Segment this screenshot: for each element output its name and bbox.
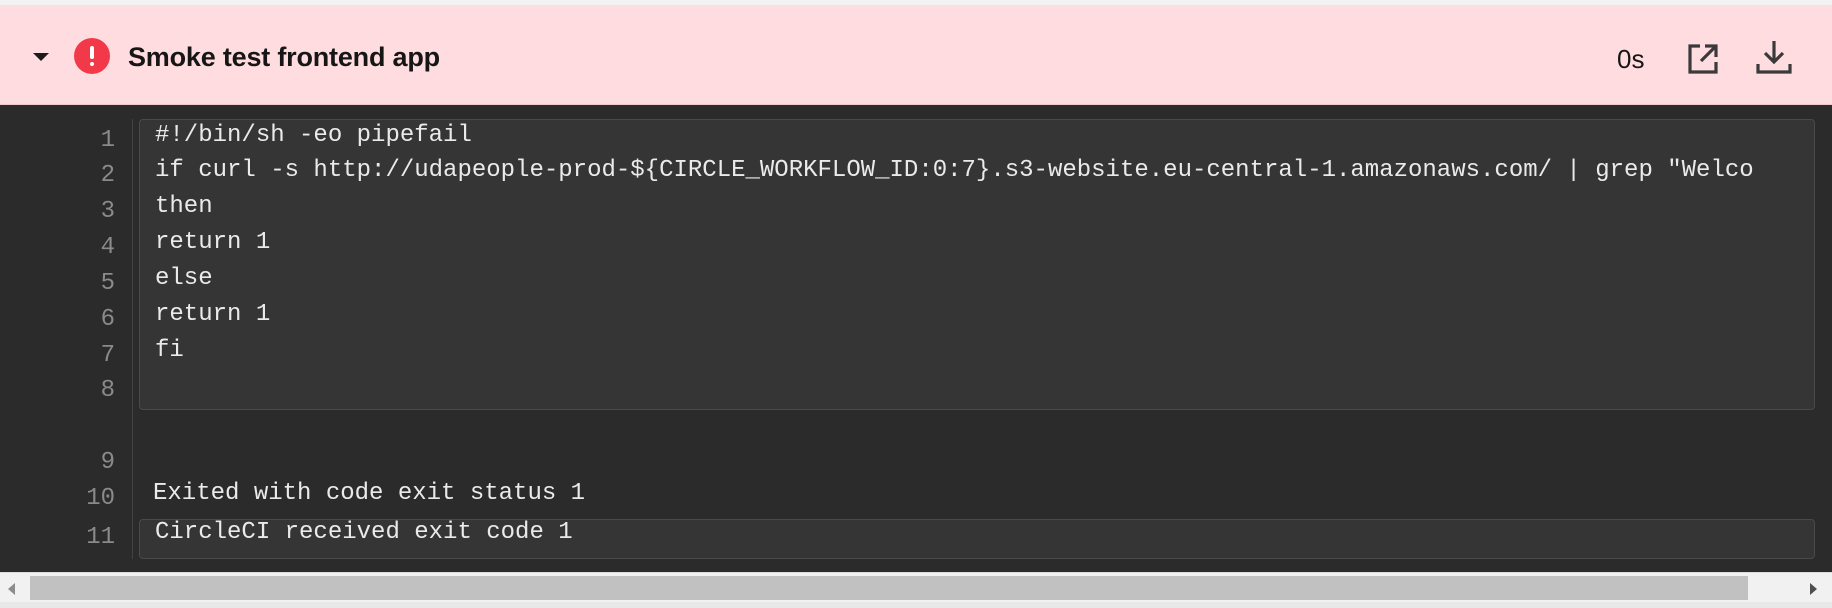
- code-line: then: [155, 193, 213, 220]
- terminal-output: 1 #!/bin/sh -eo pipefail 2 if curl -s ht…: [0, 105, 1832, 572]
- line-number: 10: [86, 485, 115, 512]
- gutter-divider: [132, 119, 133, 559]
- horizontal-scrollbar[interactable]: [0, 572, 1832, 603]
- code-line: return 1: [155, 301, 271, 328]
- line-number: 1: [100, 127, 115, 154]
- line-number: 8: [100, 377, 115, 404]
- download-icon[interactable]: [1755, 38, 1793, 76]
- step-panel: Smoke test frontend app 0s 1 #!/bin/sh -…: [0, 0, 1832, 608]
- exclamation-circle-icon: [74, 38, 110, 74]
- open-in-new-icon[interactable]: [1686, 42, 1720, 76]
- line-number: 9: [100, 449, 115, 476]
- step-header[interactable]: Smoke test frontend app 0s: [0, 5, 1832, 105]
- scrollbar-thumb[interactable]: [30, 576, 1748, 600]
- code-line: return 1: [155, 229, 271, 256]
- code-line: #!/bin/sh -eo pipefail: [155, 122, 472, 149]
- code-line: else: [155, 265, 213, 292]
- caret-down-icon[interactable]: [33, 53, 49, 61]
- line-number: 4: [100, 234, 115, 261]
- log-line: Exited with code exit status 1: [153, 480, 586, 507]
- exit-code-line: CircleCI received exit code 1: [155, 519, 573, 546]
- line-number: 7: [100, 342, 115, 369]
- line-number: 5: [100, 270, 115, 297]
- code-line: if curl -s http://udapeople-prod-${CIRCL…: [155, 157, 1754, 184]
- code-line: fi: [155, 337, 184, 364]
- scroll-left-arrow-icon[interactable]: [8, 583, 15, 595]
- step-duration: 0s: [1617, 44, 1645, 74]
- line-number: 11: [86, 524, 115, 551]
- scroll-right-arrow-icon[interactable]: [1810, 583, 1817, 595]
- line-number: 2: [100, 162, 115, 189]
- exclamation-dot: [90, 62, 94, 66]
- exclamation-bar: [90, 46, 94, 59]
- line-number: 6: [100, 306, 115, 333]
- line-number: 3: [100, 198, 115, 225]
- step-title: Smoke test frontend app: [128, 42, 440, 72]
- panel-bottom-edge: [0, 602, 1832, 608]
